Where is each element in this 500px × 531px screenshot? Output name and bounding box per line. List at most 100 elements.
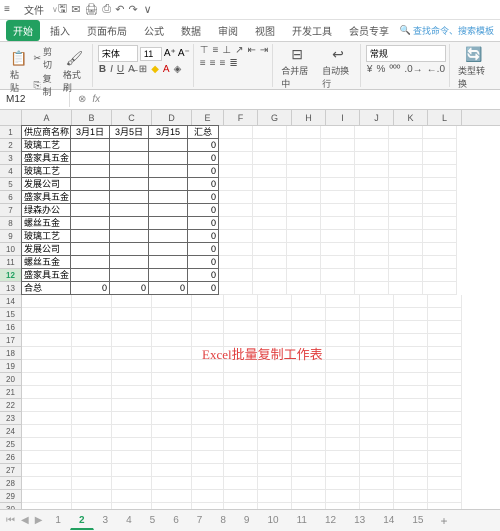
cell[interactable] [72,412,112,425]
cell[interactable] [112,490,152,503]
cell[interactable] [219,178,253,191]
cell[interactable]: 发展公司 [21,242,71,256]
cell[interactable] [423,204,457,217]
cell[interactable]: 0 [187,190,219,204]
cell[interactable] [428,477,462,490]
cell[interactable] [423,191,457,204]
col-header-G[interactable]: G [258,110,292,125]
sheet-tab-5[interactable]: 5 [141,512,165,530]
cell[interactable]: 螺丝五金 [21,216,71,230]
cell[interactable] [292,425,326,438]
cell[interactable] [70,255,110,269]
cell[interactable]: 盛家具五金 [21,151,71,165]
cell[interactable] [287,282,321,295]
cell[interactable] [112,373,152,386]
sheet-tab-15[interactable]: 15 [403,512,432,530]
cell[interactable] [192,399,224,412]
cell[interactable] [428,347,462,360]
cell[interactable] [219,243,253,256]
cell[interactable] [112,464,152,477]
cell[interactable]: 0 [187,229,219,243]
cell[interactable] [22,308,72,321]
cell[interactable] [258,386,292,399]
cell[interactable] [253,269,287,282]
paste-button[interactable]: 📋 粘贴 [7,49,30,95]
row-header-19[interactable]: 19 [0,360,22,373]
cell[interactable]: 3月5日 [109,125,149,139]
cell[interactable] [423,178,457,191]
cell[interactable] [152,412,192,425]
cell[interactable] [360,477,394,490]
row-header-6[interactable]: 6 [0,191,22,204]
row-header-27[interactable]: 27 [0,464,22,477]
cell[interactable] [70,203,110,217]
cell[interactable] [292,438,326,451]
cell[interactable] [22,425,72,438]
row-header-17[interactable]: 17 [0,334,22,347]
cell[interactable] [219,282,253,295]
cell[interactable] [70,229,110,243]
cell[interactable] [326,464,360,477]
cell[interactable] [326,412,360,425]
cell[interactable] [253,282,287,295]
cell[interactable] [394,490,428,503]
cell[interactable] [152,399,192,412]
row-header-15[interactable]: 15 [0,308,22,321]
cell[interactable] [109,164,149,178]
cell[interactable] [224,490,258,503]
cell[interactable] [355,243,389,256]
preview-icon[interactable]: ⎙ [102,3,111,16]
merge-button[interactable]: ⊟ 合并居中 [278,45,316,91]
cell[interactable] [292,308,326,321]
cell[interactable]: 0 [187,281,219,295]
sheet-tab-13[interactable]: 13 [345,512,374,530]
col-header-D[interactable]: D [152,110,192,125]
cell[interactable] [292,386,326,399]
cell[interactable] [219,165,253,178]
cell[interactable] [224,399,258,412]
cell[interactable]: 0 [187,203,219,217]
cell[interactable] [72,360,112,373]
cell[interactable] [72,451,112,464]
tab-2[interactable]: 页面布局 [80,20,134,41]
cell[interactable] [148,164,188,178]
cell[interactable] [70,138,110,152]
cell[interactable] [355,230,389,243]
cell[interactable] [152,295,192,308]
cell[interactable] [152,360,192,373]
cell[interactable] [394,412,428,425]
cell[interactable] [389,178,423,191]
tab-8[interactable]: 会员专享 [342,20,396,41]
cell[interactable] [394,451,428,464]
name-box[interactable]: M12 [0,92,70,107]
cell[interactable] [287,204,321,217]
cell[interactable] [326,386,360,399]
sheet-tab-14[interactable]: 14 [374,512,403,530]
cell[interactable] [423,269,457,282]
cell[interactable] [70,242,110,256]
align-left-icon[interactable]: ≡ [199,58,207,69]
row-header-25[interactable]: 25 [0,438,22,451]
print-icon[interactable]: 🖨 [84,3,98,16]
cell[interactable] [109,242,149,256]
row-header-22[interactable]: 22 [0,399,22,412]
cells-area[interactable]: Excel批量复制工作表 供应商名称3月1日3月5日3月15汇总玻璃工艺0盛家具… [22,126,500,510]
cell[interactable] [360,321,394,334]
col-header-I[interactable]: I [326,110,360,125]
cell[interactable] [224,412,258,425]
cell[interactable]: 0 [148,281,188,295]
font-size-select[interactable]: 11 [140,47,162,61]
cell[interactable] [389,256,423,269]
fx-icon[interactable]: fx [92,94,100,105]
cell[interactable] [112,334,152,347]
cell[interactable] [287,165,321,178]
decrease-font-icon[interactable]: A⁻ [178,48,190,59]
justify-icon[interactable]: ≣ [228,58,238,69]
cell[interactable] [321,165,355,178]
cell[interactable] [72,438,112,451]
cell[interactable] [423,152,457,165]
cell[interactable] [394,308,428,321]
cell[interactable] [148,203,188,217]
row-header-23[interactable]: 23 [0,412,22,425]
cell[interactable] [112,425,152,438]
